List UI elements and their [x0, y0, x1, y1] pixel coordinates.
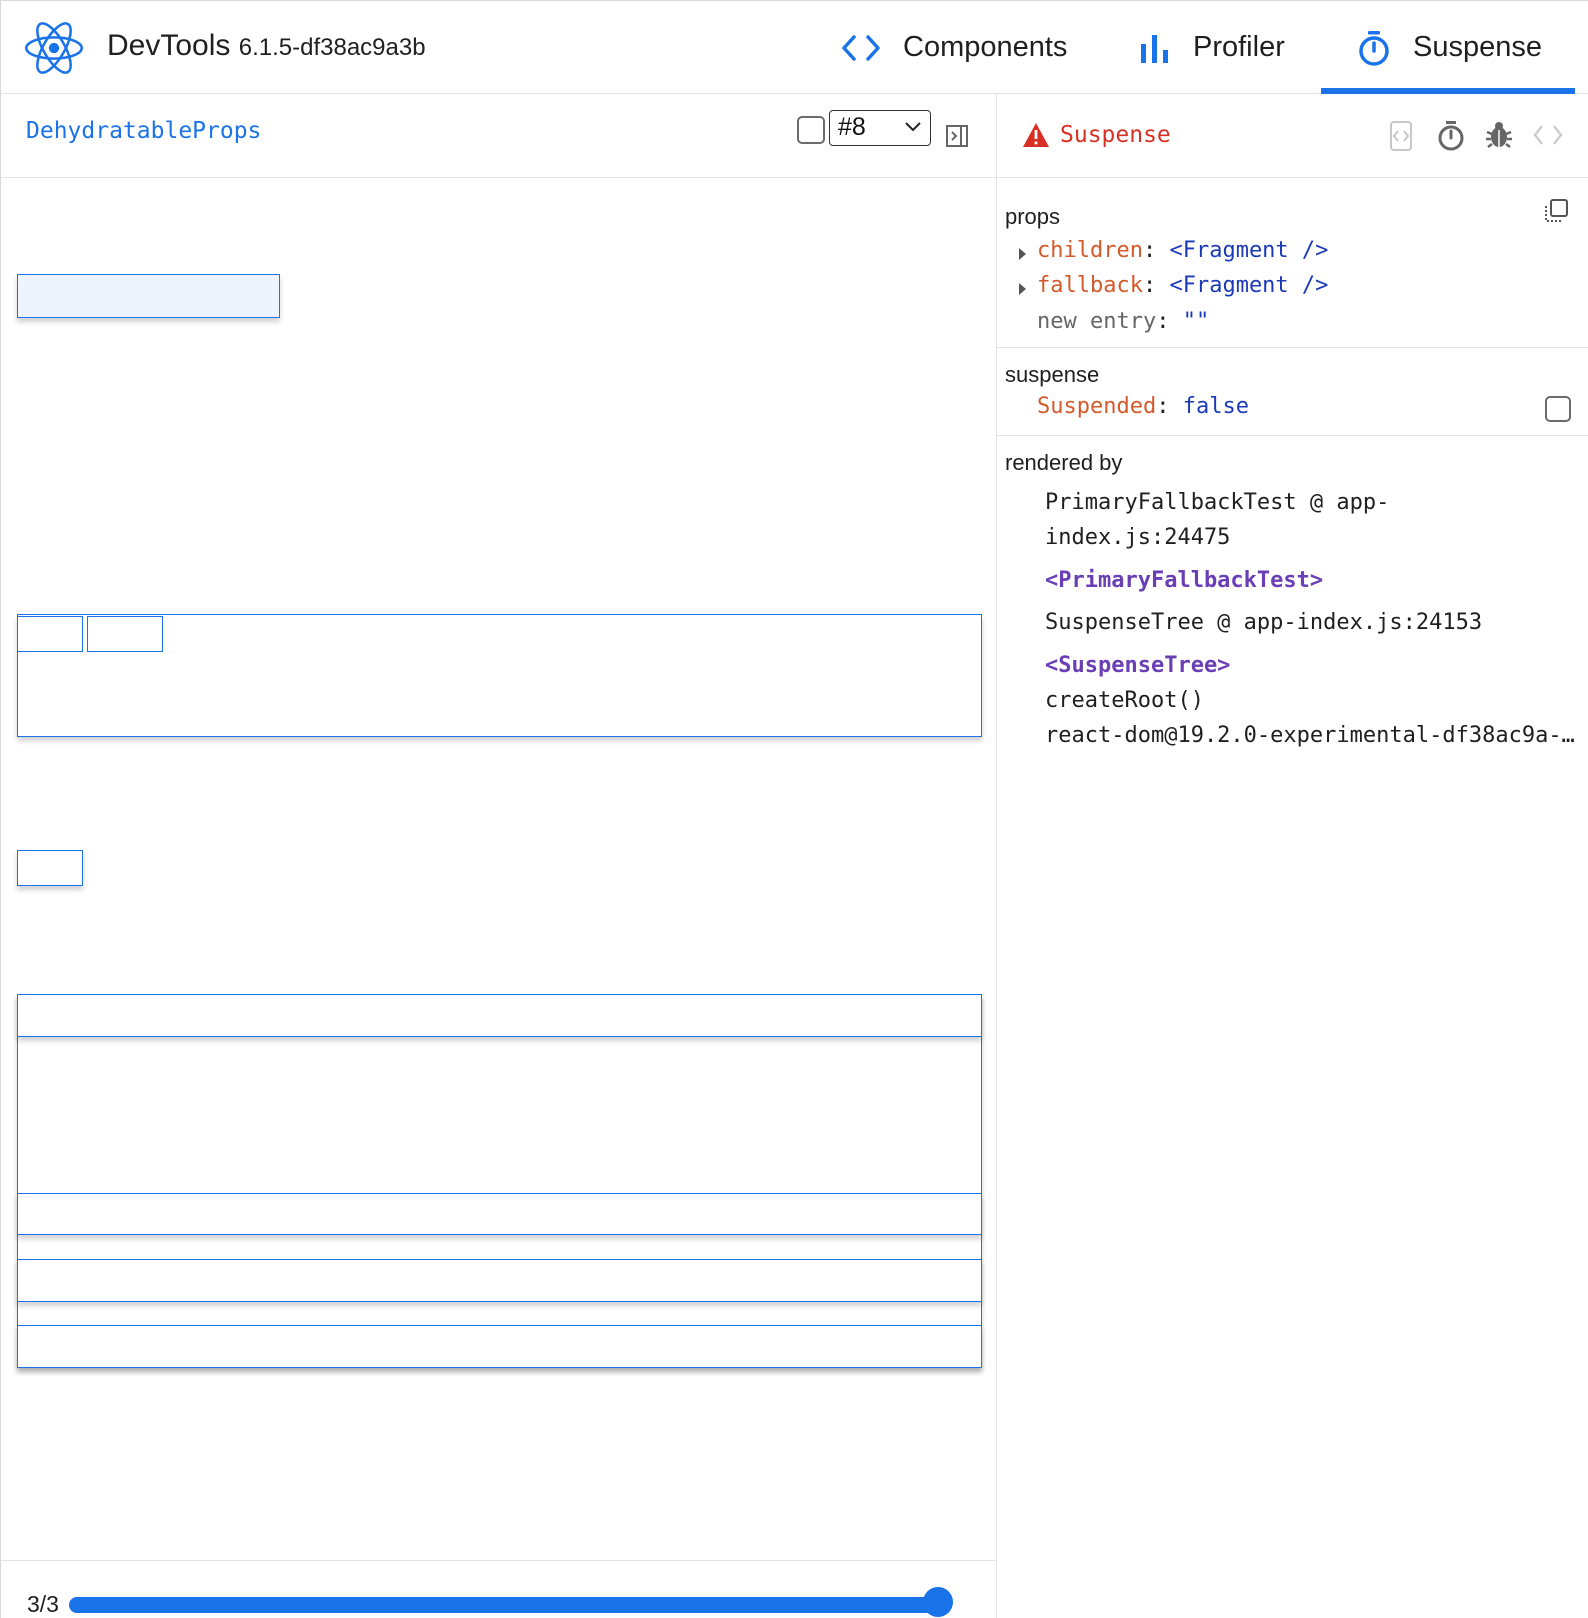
suspense-rect[interactable]	[87, 616, 163, 652]
rendered-by-section: rendered by PrimaryFallbackTest @ app- i…	[997, 436, 1588, 836]
devtools-header: DevTools 6.1.5-df38ac9a3b Components Pro…	[0, 0, 1588, 94]
rendered-by-source: PrimaryFallbackTest @ app-	[1045, 490, 1390, 515]
breadcrumb[interactable]: DehydratableProps	[26, 118, 261, 144]
owner-link-suspense-tree[interactable]: <SuspenseTree>	[1045, 653, 1230, 678]
suspense-rects-canvas	[1, 178, 997, 1558]
copy-icon[interactable]	[1543, 198, 1569, 224]
bug-icon[interactable]	[1485, 120, 1513, 150]
prop-row-fallback: fallback: <Fragment />	[1037, 273, 1329, 298]
suspended-value: false	[1182, 394, 1249, 419]
suspense-rect[interactable]	[17, 1325, 982, 1368]
stopwatch-icon	[1359, 30, 1389, 66]
app-name: DevTools	[107, 29, 231, 62]
inspect-dom-icon[interactable]	[1389, 120, 1413, 152]
warning-icon	[1023, 123, 1049, 147]
expand-children-toggle[interactable]	[1019, 248, 1026, 260]
chevron-down-icon	[905, 122, 921, 132]
new-entry-key[interactable]: new entry	[1037, 309, 1156, 334]
prop-value[interactable]: <Fragment />	[1169, 273, 1328, 298]
new-entry-value[interactable]: ""	[1183, 309, 1210, 334]
toggle-panel-icon[interactable]	[945, 124, 969, 148]
suspense-rect[interactable]	[17, 994, 982, 1037]
tab-suspense[interactable]: Suspense	[1321, 1, 1575, 94]
left-toolbar: DehydratableProps #8	[1, 94, 997, 178]
suspense-rect[interactable]	[17, 274, 280, 318]
expand-fallback-toggle[interactable]	[1019, 283, 1026, 295]
suspense-timeline: 3/3	[1, 1560, 997, 1618]
react-logo-icon	[25, 22, 83, 74]
rendered-by-source: SuspenseTree @ app-index.js:24153	[1045, 610, 1483, 635]
prop-row-children: children: <Fragment />	[1037, 238, 1329, 263]
prop-key[interactable]: children	[1037, 238, 1143, 263]
suspense-rect[interactable]	[17, 994, 982, 1368]
tab-components-label: Components	[903, 31, 1068, 63]
tab-profiler-label: Profiler	[1193, 31, 1285, 63]
suspended-key: Suspended	[1037, 394, 1157, 419]
rendered-by-title: rendered by	[1005, 450, 1123, 475]
source-code-icon[interactable]	[1533, 124, 1563, 146]
root-select-value: #8	[838, 113, 866, 141]
suspense-rect[interactable]	[17, 850, 83, 886]
inspected-element-pane: Suspense props children: <Fragment /> fa…	[997, 94, 1588, 1618]
suspense-rects-pane: DehydratableProps #8 3/3	[0, 94, 997, 1618]
rendered-by-source: index.js:24475	[1045, 525, 1231, 550]
root-select[interactable]: #8	[829, 110, 931, 146]
owner-link-primary-fallback-test[interactable]: <PrimaryFallbackTest>	[1045, 568, 1323, 593]
props-section: props children: <Fragment /> fallback: <…	[997, 178, 1588, 348]
app-version: 6.1.5-df38ac9a3b	[238, 34, 426, 61]
inspected-element-toolbar: Suspense	[997, 94, 1588, 178]
suspended-checkbox[interactable]	[1545, 396, 1571, 422]
suspense-rect[interactable]	[17, 616, 83, 652]
prop-key[interactable]: fallback	[1037, 273, 1143, 298]
rendered-by-renderer: react-dom@19.2.0-experimental-df38ac9a-…	[1045, 723, 1575, 748]
code-brackets-icon	[842, 34, 880, 61]
toolbar-checkbox[interactable]	[797, 116, 825, 144]
tab-suspense-label: Suspense	[1413, 31, 1542, 63]
rendered-by-root: createRoot()	[1045, 688, 1204, 713]
timeline-position: 3/3	[27, 1591, 59, 1617]
bar-chart-icon	[1141, 34, 1168, 63]
selected-element-name: Suspense	[1060, 122, 1171, 148]
suspended-row: Suspended: false	[1037, 394, 1249, 419]
suspense-title: suspense	[1005, 362, 1100, 387]
suspense-rect[interactable]	[17, 1259, 982, 1302]
tab-profiler[interactable]: Profiler	[1139, 1, 1285, 94]
tab-components[interactable]: Components	[841, 1, 1067, 94]
suspense-section: suspense Suspended: false	[997, 348, 1588, 436]
timeline-slider[interactable]	[69, 1597, 949, 1613]
app-title: DevTools 6.1.5-df38ac9a3b	[107, 29, 426, 63]
suspense-rect[interactable]	[17, 1193, 982, 1235]
timeline-slider-thumb[interactable]	[923, 1587, 953, 1617]
stopwatch-icon[interactable]	[1437, 120, 1465, 152]
prop-row-new-entry: new entry: ""	[1037, 309, 1210, 334]
props-title: props	[1005, 204, 1061, 229]
prop-value[interactable]: <Fragment />	[1169, 238, 1328, 263]
